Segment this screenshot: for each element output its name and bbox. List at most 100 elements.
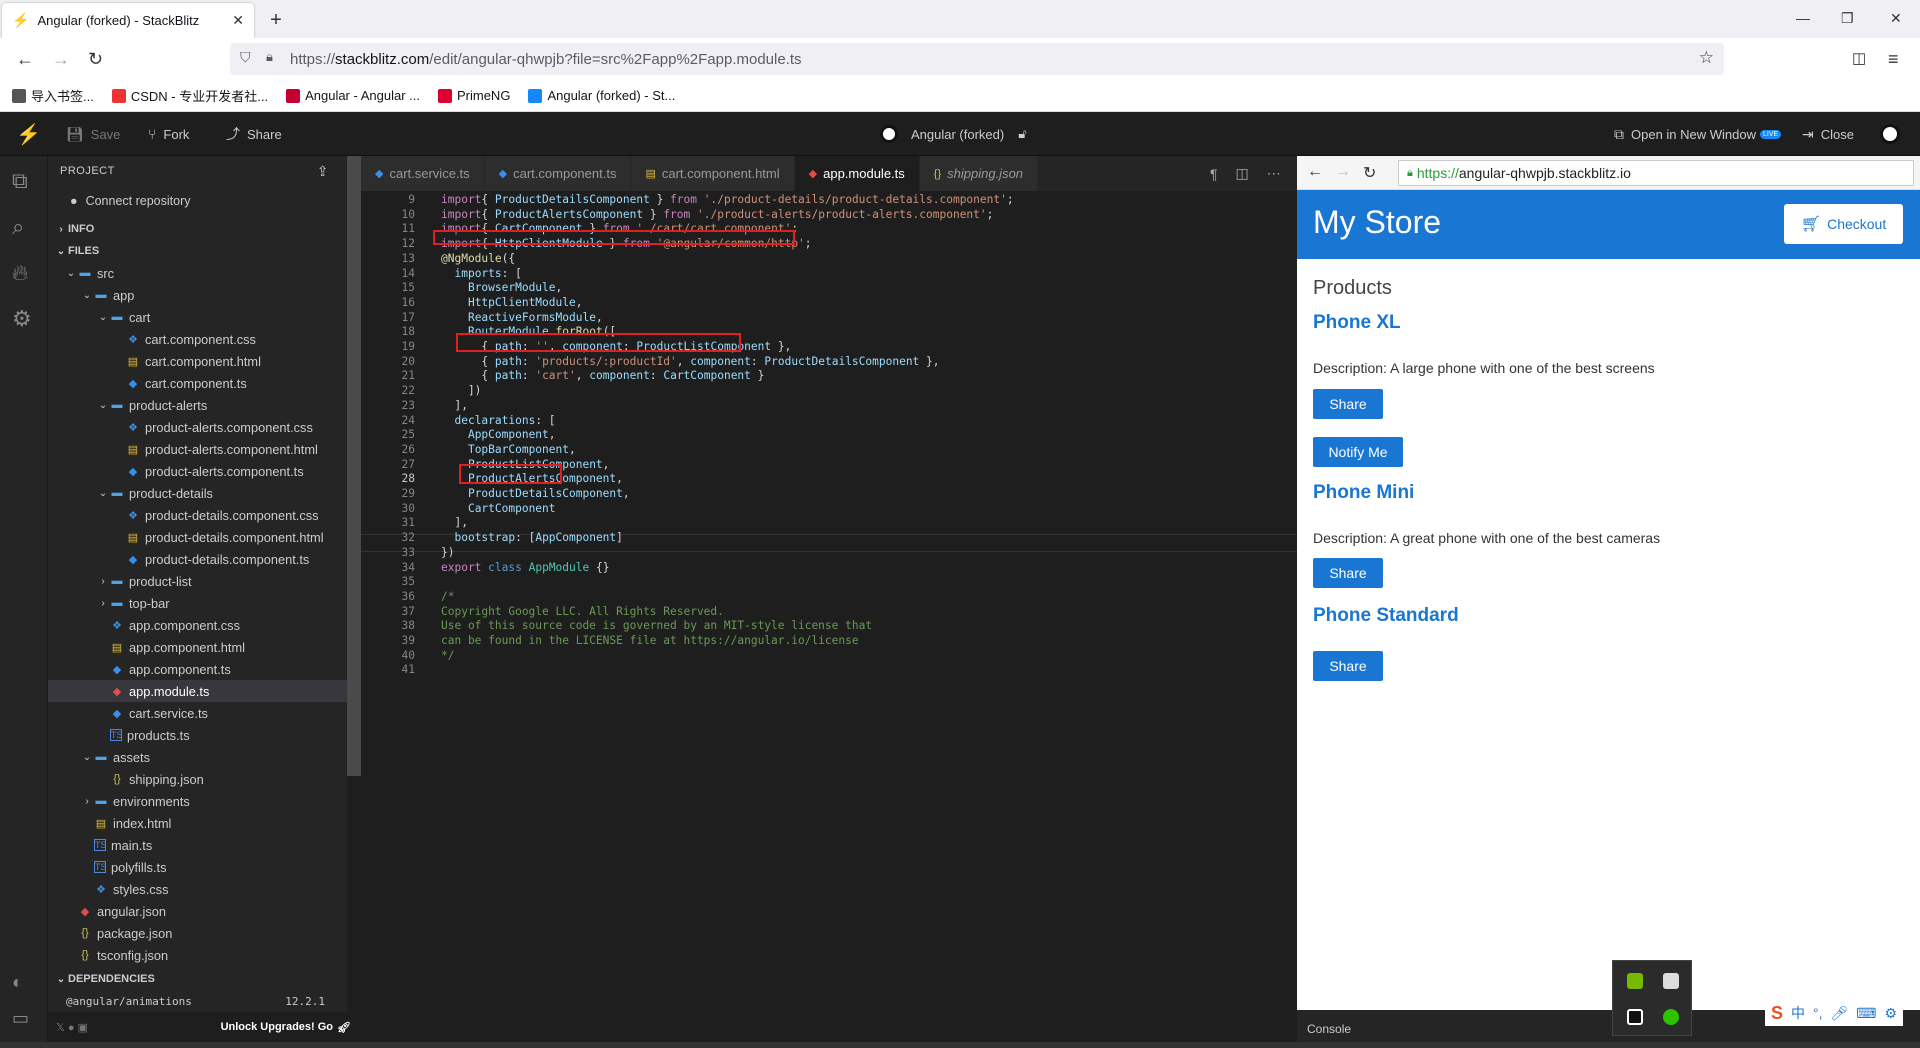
editor-tab[interactable]: ▤ cart.component.html (631, 156, 795, 191)
unlock-upgrades-banner[interactable]: 𝕏 ● ▣ Unlock Upgrades! Go 🚀︎ (48, 1012, 361, 1042)
bookmark-star-icon[interactable]: ☆ (1699, 48, 1714, 68)
menu-icon[interactable]: ≡ (1888, 49, 1899, 70)
file-item[interactable]: TS products.ts (48, 724, 347, 746)
file-item[interactable]: ◆ app.module.ts (48, 680, 347, 702)
store-title[interactable]: My Store (1313, 204, 1441, 241)
file-item[interactable]: ◆ angular.json (48, 900, 347, 922)
unlock-icon[interactable]: 🔓︎ (1018, 126, 1026, 142)
theme-toggle-icon[interactable]: ◐ (12, 972, 23, 993)
punctuation-icon[interactable]: °, (1813, 1005, 1823, 1021)
bookmark-import[interactable]: 导入书签... (12, 86, 94, 105)
new-tab-button[interactable]: + (264, 8, 288, 32)
ime-language[interactable]: 中 (1791, 1003, 1805, 1023)
file-item[interactable]: TS main.ts (48, 834, 347, 856)
share-button[interactable]: ⤴ Share (226, 112, 282, 156)
editor-tab[interactable]: ◆ app.module.ts (794, 156, 920, 191)
preview-url-field[interactable]: 🔒︎ https://angular-qhwpjb.stackblitz.io (1398, 160, 1914, 186)
reload-icon[interactable]: ↻ (88, 49, 103, 70)
code-editor[interactable]: 9 import{ ProductDetailsComponent } from … (361, 191, 1297, 1048)
fork-button[interactable]: ⑂ Fork (148, 112, 189, 156)
connect-repository-link[interactable]: ● Connect repository (48, 186, 347, 216)
back-icon[interactable]: ← (16, 49, 34, 70)
address-bar[interactable]: ⛉ 🔒︎ https://stackblitz.com/edit/angular… (230, 43, 1724, 75)
info-section-toggle[interactable]: › INFO (48, 218, 347, 240)
nvidia-icon[interactable] (1627, 973, 1643, 989)
file-item[interactable]: {} package.json (48, 922, 347, 944)
project-title[interactable]: Angular (forked) 🔓︎ (880, 112, 1027, 156)
restore-icon[interactable]: ❐ (1841, 10, 1854, 27)
file-item[interactable]: ◆ product-alerts.component.ts (48, 460, 347, 482)
bookmark-angular[interactable]: Angular - Angular ... (286, 88, 420, 103)
editor-tab[interactable]: ◆ cart.service.ts (361, 156, 485, 191)
folder-item[interactable]: ⌄ ▬ src (48, 262, 347, 284)
file-item[interactable]: {} shipping.json (48, 768, 347, 790)
file-item[interactable]: ◆ app.component.ts (48, 658, 347, 680)
file-item[interactable]: ▤ cart.component.html (48, 350, 347, 372)
share-button[interactable]: Share (1313, 389, 1383, 419)
split-editor-icon[interactable]: ◫ (1236, 165, 1249, 182)
file-item[interactable]: ❖ app.component.css (48, 614, 347, 636)
browser-tab[interactable]: ⚡ Angular (forked) - StackBlitz ✕ (2, 3, 254, 38)
shield-icon[interactable]: ⛉ (240, 49, 251, 66)
lock-icon[interactable]: 🔒︎ (266, 49, 273, 65)
file-item[interactable]: ▤ product-alerts.component.html (48, 438, 347, 460)
stackblitz-logo-icon[interactable]: ⚡ (16, 112, 41, 156)
more-actions-icon[interactable]: ⋯ (1267, 165, 1281, 182)
cloud-upload-icon[interactable]: ⇪ (317, 163, 329, 180)
dependency-row[interactable]: @angular/animations 12.2.1 (48, 990, 347, 1012)
file-item[interactable]: ▤ app.component.html (48, 636, 347, 658)
sogou-icon[interactable]: S (1771, 1003, 1783, 1024)
close-preview-button[interactable]: ⇥ Close (1802, 112, 1854, 156)
share-button[interactable]: Share (1313, 651, 1383, 681)
share-button[interactable]: Share (1313, 558, 1383, 588)
preview-back-icon[interactable]: ← (1307, 163, 1323, 181)
format-icon[interactable]: ¶ (1210, 166, 1218, 182)
folder-item[interactable]: ⌄ ▬ assets (48, 746, 347, 768)
preview-reload-icon[interactable]: ↻ (1363, 163, 1376, 183)
bookmark-stackblitz[interactable]: Angular (forked) - St... (528, 88, 675, 103)
dependencies-section-toggle[interactable]: ⌄ DEPENDENCIES (48, 968, 347, 990)
file-item[interactable]: TS polyfills.ts (48, 856, 347, 878)
file-item[interactable]: {} tsconfig.json (48, 944, 347, 966)
save-button[interactable]: 💾︎ Save (66, 112, 120, 156)
firebase-icon[interactable]: 🔥︎ (12, 260, 28, 286)
file-item[interactable]: ◆ product-details.component.ts (48, 548, 347, 570)
file-item[interactable]: ◆ cart.service.ts (48, 702, 347, 724)
preview-forward-icon[interactable]: → (1335, 163, 1351, 181)
file-item[interactable]: ❖ product-alerts.component.css (48, 416, 347, 438)
editor-tab[interactable]: {} shipping.json (919, 156, 1039, 191)
minimize-icon[interactable]: — (1796, 10, 1810, 26)
folder-item[interactable]: ⌄ ▬ app (48, 284, 347, 306)
product-name-link[interactable]: Phone Standard (1313, 605, 1459, 627)
folder-item[interactable]: ⌄ ▬ cart (48, 306, 347, 328)
forward-icon[interactable]: → (52, 49, 70, 70)
editor-tab[interactable]: ◆ cart.component.ts (484, 156, 632, 191)
layout-icon[interactable]: ▭ (12, 1008, 29, 1029)
bookmark-csdn[interactable]: CSDN - 专业开发者社... (111, 86, 268, 105)
tab-close-icon[interactable]: ✕ (232, 12, 244, 29)
settings-gear-icon[interactable]: ⚙ (12, 306, 32, 332)
skin-icon[interactable]: ⚙ (1885, 1005, 1898, 1022)
window-close-icon[interactable]: ✕ (1890, 10, 1902, 27)
open-new-window-button[interactable]: ⧉ Open in New Window LIVE (1614, 112, 1782, 156)
sidebar-scrollbar[interactable] (347, 156, 361, 776)
keyboard-icon[interactable]: ⌨ (1856, 1005, 1876, 1022)
product-name-link[interactable]: Phone XL (1313, 312, 1401, 334)
files-section-toggle[interactable]: ⌄ FILES (48, 240, 347, 262)
file-item[interactable]: ▤ product-details.component.html (48, 526, 347, 548)
folder-item[interactable]: › ▬ top-bar (48, 592, 347, 614)
file-item[interactable]: ◆ cart.component.ts (48, 372, 347, 394)
folder-item[interactable]: ⌄ ▬ product-details (48, 482, 347, 504)
search-icon[interactable]: ⌕ (12, 214, 24, 240)
folder-item[interactable]: › ▬ environments (48, 790, 347, 812)
user-avatar[interactable] (1880, 112, 1900, 156)
notify-me-button[interactable]: Notify Me (1313, 437, 1403, 467)
bookmark-primeng[interactable]: PrimeNG (437, 88, 510, 103)
file-item[interactable]: ❖ product-details.component.css (48, 504, 347, 526)
security-icon[interactable] (1663, 973, 1679, 989)
file-item[interactable]: ❖ cart.component.css (48, 328, 347, 350)
qq-icon[interactable] (1627, 1009, 1643, 1025)
folder-item[interactable]: › ▬ product-list (48, 570, 347, 592)
file-item[interactable]: ❖ styles.css (48, 878, 347, 900)
files-icon[interactable]: ⧉ (12, 168, 28, 194)
